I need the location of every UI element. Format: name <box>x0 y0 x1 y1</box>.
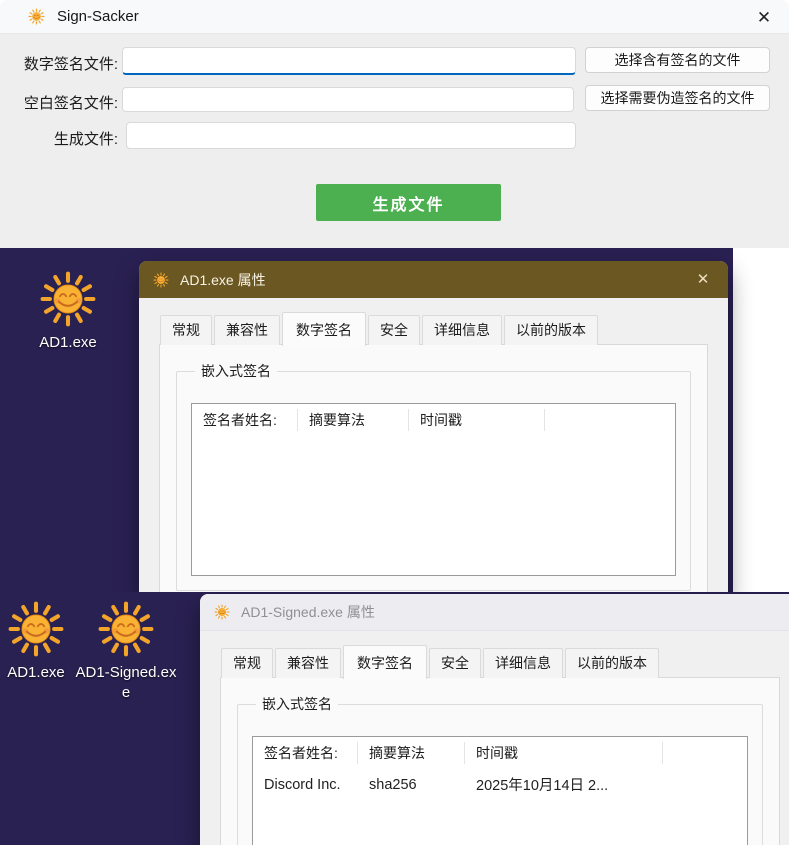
screenshot-root: Sign-Sacker ✕ 数字签名文件: 选择含有签名的文件 空白签名文件: … <box>0 0 789 845</box>
desktop-icon-ad1-signed[interactable]: AD1-Signed.exe <box>74 600 178 704</box>
dialog-titlebar: AD1.exe 属性 ✕ <box>139 261 728 298</box>
sun-file-icon <box>97 600 155 658</box>
table-row[interactable]: Discord Inc. sha256 2025年10月14日 2... <box>253 768 747 801</box>
tab-compatibility[interactable]: 兼容性 <box>275 648 341 678</box>
dialog-body: 常规 兼容性 数字签名 安全 详细信息 以前的版本 嵌入式签名 签名者姓名: 摘… <box>139 298 728 592</box>
tab-previous-versions[interactable]: 以前的版本 <box>504 315 598 345</box>
col-timestamp[interactable]: 时间戳 <box>465 742 663 764</box>
cell-signer: Discord Inc. <box>253 777 358 793</box>
tab-strip: 常规 兼容性 数字签名 安全 详细信息 以前的版本 <box>159 312 708 345</box>
tab-strip: 常规 兼容性 数字签名 安全 详细信息 以前的版本 <box>220 645 780 678</box>
group-label: 嵌入式签名 <box>195 361 277 381</box>
signed-file-input[interactable] <box>122 47 576 75</box>
desktop-icon-label: AD1.exe <box>16 333 120 353</box>
tab-panel: 嵌入式签名 签名者姓名: 摘要算法 时间戳 Discord Inc. sha25… <box>220 677 780 845</box>
col-timestamp[interactable]: 时间戳 <box>409 409 545 431</box>
output-file-label: 生成文件: <box>10 128 118 149</box>
sun-file-icon <box>7 600 65 658</box>
desktop-band-bottom: AD1.exe AD1-Signed.exe AD1-Signed.exe 属性… <box>0 592 789 845</box>
embedded-signatures-group: 嵌入式签名 签名者姓名: 摘要算法 时间戳 Discord Inc. sha25… <box>237 694 763 845</box>
sign-sacker-window: Sign-Sacker ✕ 数字签名文件: 选择含有签名的文件 空白签名文件: … <box>0 0 789 248</box>
tab-details[interactable]: 详细信息 <box>483 648 563 678</box>
app-titlebar: Sign-Sacker ✕ <box>0 0 789 34</box>
desktop-icon-ad1[interactable]: AD1.exe <box>16 270 120 353</box>
pick-target-file-button[interactable]: 选择需要伪造签名的文件 <box>585 85 770 111</box>
properties-dialog-ad1-signed: AD1-Signed.exe 属性 常规 兼容性 数字签名 安全 详细信息 以前… <box>200 594 789 845</box>
tab-digital-signatures[interactable]: 数字签名 <box>282 312 366 346</box>
col-signer-name[interactable]: 签名者姓名: <box>253 742 358 764</box>
close-icon[interactable]: ✕ <box>692 269 714 291</box>
sun-dialog-icon <box>153 272 169 288</box>
sun-app-icon <box>28 8 45 25</box>
dialog-title: AD1-Signed.exe 属性 <box>241 602 375 622</box>
tab-digital-signatures[interactable]: 数字签名 <box>343 645 427 679</box>
tab-details[interactable]: 详细信息 <box>422 315 502 345</box>
col-empty <box>663 742 747 764</box>
sun-dialog-icon <box>214 604 230 620</box>
signature-table: 签名者姓名: 摘要算法 时间戳 Discord Inc. sha256 2025… <box>252 736 748 845</box>
signed-file-label: 数字签名文件: <box>10 53 118 74</box>
blank-file-input[interactable] <box>122 87 574 112</box>
tab-compatibility[interactable]: 兼容性 <box>214 315 280 345</box>
group-label: 嵌入式签名 <box>256 694 338 714</box>
cell-timestamp: 2025年10月14日 2... <box>465 774 663 795</box>
signature-table-header: 签名者姓名: 摘要算法 时间戳 <box>192 404 675 435</box>
col-digest-algorithm[interactable]: 摘要算法 <box>358 742 465 764</box>
white-strip <box>733 248 789 592</box>
embedded-signatures-group: 嵌入式签名 签名者姓名: 摘要算法 时间戳 <box>176 361 691 591</box>
blank-file-label: 空白签名文件: <box>10 92 118 113</box>
tab-panel: 嵌入式签名 签名者姓名: 摘要算法 时间戳 <box>159 344 708 592</box>
sun-file-icon <box>39 270 97 328</box>
properties-dialog-ad1: AD1.exe 属性 ✕ 常规 兼容性 数字签名 安全 详细信息 以前的版本 嵌… <box>139 261 728 592</box>
output-file-input[interactable] <box>126 122 576 149</box>
col-signer-name[interactable]: 签名者姓名: <box>192 409 298 431</box>
desktop-band-middle: AD1.exe AD1.exe 属性 ✕ 常规 兼容性 数字签名 安全 详细信息… <box>0 248 789 592</box>
dialog-body: 常规 兼容性 数字签名 安全 详细信息 以前的版本 嵌入式签名 签名者姓名: 摘… <box>200 631 789 845</box>
close-icon[interactable]: ✕ <box>753 7 775 29</box>
pick-signed-file-button[interactable]: 选择含有签名的文件 <box>585 47 770 73</box>
app-title: Sign-Sacker <box>57 8 139 25</box>
col-digest-algorithm[interactable]: 摘要算法 <box>298 409 409 431</box>
signature-table-header: 签名者姓名: 摘要算法 时间戳 <box>253 737 747 768</box>
tab-security[interactable]: 安全 <box>368 315 420 345</box>
cell-digest: sha256 <box>358 777 465 793</box>
tab-general[interactable]: 常规 <box>160 315 212 345</box>
dialog-title: AD1.exe 属性 <box>180 270 266 290</box>
tab-general[interactable]: 常规 <box>221 648 273 678</box>
signature-table: 签名者姓名: 摘要算法 时间戳 <box>191 403 676 576</box>
desktop-icon-label: AD1-Signed.exe <box>74 663 178 704</box>
tab-security[interactable]: 安全 <box>429 648 481 678</box>
generate-file-button[interactable]: 生成文件 <box>316 184 501 221</box>
tab-previous-versions[interactable]: 以前的版本 <box>565 648 659 678</box>
col-empty <box>545 409 675 431</box>
dialog-titlebar: AD1-Signed.exe 属性 <box>200 594 789 631</box>
